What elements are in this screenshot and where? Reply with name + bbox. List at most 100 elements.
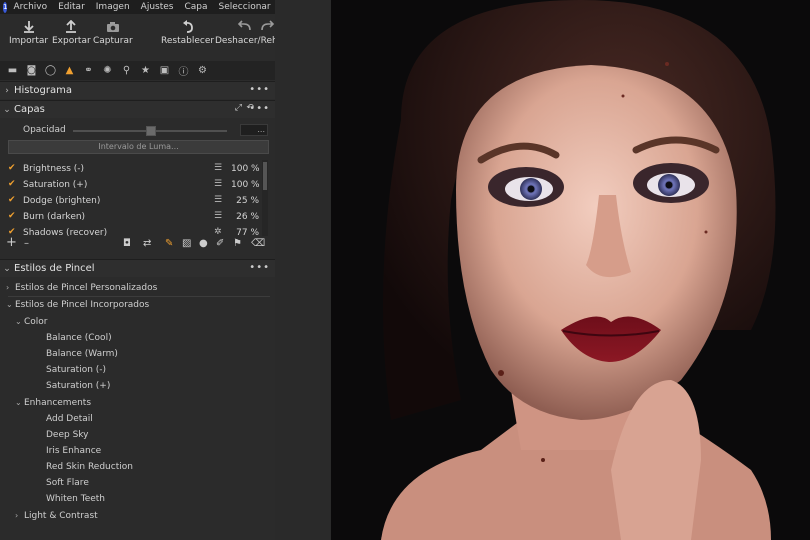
- menu-imagen[interactable]: Imagen: [96, 2, 130, 12]
- circle-icon[interactable]: ◯: [41, 62, 60, 79]
- layer-row[interactable]: ✔ Dodge (brighten) ☰ 25 %: [0, 193, 262, 209]
- expand-icon[interactable]: ⤢: [235, 103, 242, 113]
- folder-icon[interactable]: ▬: [3, 62, 22, 79]
- checkbox-icon[interactable]: ✔: [8, 180, 17, 189]
- layer-name: Burn (darken): [23, 212, 86, 222]
- layer-name: Shadows (recover): [23, 228, 108, 236]
- menu-seleccionar[interactable]: Seleccionar: [219, 2, 271, 12]
- layer-opacity: 100 %: [231, 180, 260, 190]
- eraser-icon[interactable]: ⌫: [251, 238, 265, 249]
- menu-bar: 1 Archivo Editar Imagen Ajustes Capa Sel…: [0, 0, 275, 14]
- adjust-icon[interactable]: ☰: [214, 195, 222, 205]
- tree-light-contrast-group[interactable]: › Light & Contrast: [15, 511, 98, 521]
- brush-style-item[interactable]: Add Detail: [46, 414, 93, 424]
- capture-button[interactable]: Capturar: [93, 20, 133, 46]
- divider: [8, 296, 270, 297]
- more-icon[interactable]: •••: [249, 103, 270, 114]
- brush-style-item[interactable]: Soft Flare: [46, 478, 89, 488]
- more-icon[interactable]: •••: [249, 84, 270, 95]
- reset-button[interactable]: Restablecer: [161, 20, 214, 46]
- mask-view-icon[interactable]: ◘: [123, 238, 131, 249]
- menu-archivo[interactable]: Archivo: [13, 2, 47, 12]
- brush-styles-header[interactable]: ⌄ Estilos de Pincel •••: [0, 259, 275, 277]
- radial-icon[interactable]: ●: [199, 238, 208, 249]
- more-icon[interactable]: •••: [249, 262, 270, 273]
- undo-redo-label: Deshacer/Rehacer: [215, 36, 275, 46]
- color-icon[interactable]: ⚭: [79, 62, 98, 79]
- camera-icon: [106, 22, 119, 32]
- tree-enhancements-group[interactable]: ⌄ Enhancements: [15, 398, 91, 408]
- star-icon[interactable]: ★: [136, 62, 155, 79]
- menu-capa[interactable]: Capa: [184, 2, 207, 12]
- adjust-icon[interactable]: ☰: [214, 163, 222, 173]
- clipboard-icon[interactable]: ▣: [155, 62, 174, 79]
- export-icon: [66, 20, 77, 33]
- portrait-photo: [331, 0, 810, 540]
- swap-icon[interactable]: ⇄: [143, 238, 151, 249]
- layers-title: Capas: [14, 104, 45, 115]
- layer-row[interactable]: ✔ Brightness (-) ☰ 100 %: [0, 161, 262, 177]
- adjust-icon[interactable]: ✲: [214, 227, 222, 236]
- add-layer-icon[interactable]: +: [6, 235, 17, 250]
- brush-style-item[interactable]: Balance (Cool): [46, 333, 112, 343]
- tree-label: Light & Contrast: [24, 511, 98, 521]
- opacity-label: Opacidad: [23, 125, 66, 135]
- menu-ajustes[interactable]: Ajustes: [141, 2, 174, 12]
- checkbox-icon[interactable]: ✔: [8, 212, 17, 221]
- brush-style-item[interactable]: Saturation (-): [46, 365, 106, 375]
- import-icon: [23, 21, 34, 33]
- tree-builtin-styles[interactable]: ⌄ Estilos de Pincel Incorporados: [6, 300, 149, 310]
- brush-styles-title: Estilos de Pincel: [14, 263, 95, 274]
- layer-row[interactable]: ✔ Saturation (+) ☰ 100 %: [0, 177, 262, 193]
- chevron-right-icon: ›: [5, 85, 9, 96]
- gradient-icon[interactable]: ▨: [182, 238, 191, 249]
- export-label: Exportar: [52, 36, 91, 46]
- layers-icon[interactable]: ▲: [60, 62, 79, 79]
- undo-redo-button[interactable]: Deshacer/Rehacer: [215, 20, 275, 46]
- app-logo-icon[interactable]: 1: [3, 1, 8, 13]
- brush-style-item[interactable]: Saturation (+): [46, 381, 110, 391]
- layer-scrollbar[interactable]: [262, 160, 268, 236]
- opacity-field[interactable]: ...: [240, 124, 268, 136]
- adjust-icon[interactable]: ☰: [214, 179, 222, 189]
- pen-icon[interactable]: ✐: [216, 238, 224, 249]
- brush-style-item[interactable]: Balance (Warm): [46, 349, 118, 359]
- import-label: Importar: [9, 36, 49, 46]
- layer-row[interactable]: ✔ Shadows (recover) ✲ 77 %: [0, 225, 262, 236]
- brush-icon[interactable]: ✎: [165, 238, 173, 249]
- brush-style-item[interactable]: Whiten Teeth: [46, 494, 105, 504]
- checkbox-icon[interactable]: ✔: [8, 164, 17, 173]
- tool-tabs: ▬ ◙ ◯ ▲ ⚭ ✺ ⚲ ★ ▣ ⓘ ⚙: [0, 61, 275, 80]
- luma-range-button[interactable]: Intervalo de Luma...: [8, 140, 269, 154]
- opacity-slider-handle[interactable]: [146, 126, 156, 136]
- gear-icon[interactable]: ⚙: [193, 62, 212, 79]
- image-viewer[interactable]: [331, 0, 810, 540]
- brush-style-item[interactable]: Red Skin Reduction: [46, 462, 133, 472]
- scrollbar-thumb[interactable]: [263, 162, 267, 190]
- camera-icon[interactable]: ◙: [22, 62, 41, 79]
- chevron-down-icon: ⌄: [3, 104, 11, 115]
- sun-icon[interactable]: ✺: [98, 62, 117, 79]
- export-button[interactable]: Exportar: [52, 20, 91, 46]
- chevron-right-icon: ›: [6, 283, 10, 292]
- remove-layer-icon[interactable]: –: [24, 238, 29, 249]
- tree-custom-styles[interactable]: › Estilos de Pincel Personalizados: [6, 283, 157, 293]
- histogram-header[interactable]: › Histograma •••: [0, 81, 275, 99]
- brush-style-item[interactable]: Iris Enhance: [46, 446, 101, 456]
- menu-editar[interactable]: Editar: [58, 2, 85, 12]
- reset-label: Restablecer: [161, 36, 215, 46]
- adjust-icon[interactable]: ☰: [214, 211, 222, 221]
- chevron-down-icon: ⌄: [15, 317, 22, 326]
- layer-opacity: 25 %: [236, 196, 259, 206]
- tree-color-group[interactable]: ⌄ Color: [15, 317, 48, 327]
- stamp-icon[interactable]: ⚑: [233, 238, 242, 249]
- info-icon[interactable]: ⓘ: [174, 62, 193, 79]
- layers-header[interactable]: ⌄ Capas ⤢ ↶ •••: [0, 100, 275, 118]
- layer-opacity: 26 %: [236, 212, 259, 222]
- checkbox-icon[interactable]: ✔: [8, 196, 17, 205]
- import-button[interactable]: Importar: [9, 20, 48, 46]
- layer-row[interactable]: ✔ Burn (darken) ☰ 26 %: [0, 209, 262, 225]
- brush-style-item[interactable]: Deep Sky: [46, 430, 89, 440]
- layer-list: ✔ Brightness (-) ☰ 100 % ✔ Saturation (+…: [0, 160, 262, 236]
- search-icon[interactable]: ⚲: [117, 62, 136, 79]
